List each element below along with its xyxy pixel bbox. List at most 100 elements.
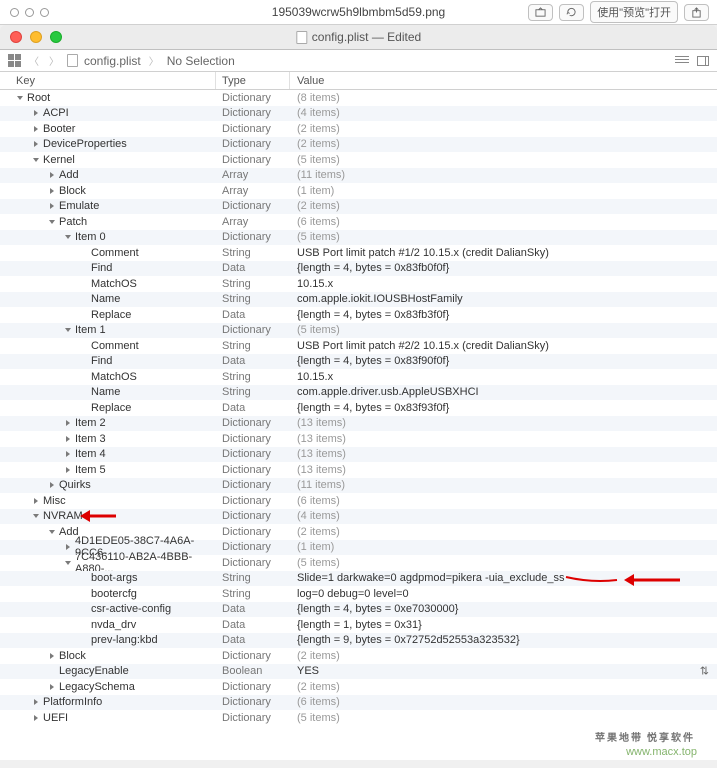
cell-type[interactable]: Dictionary — [216, 107, 290, 119]
cell-type[interactable]: Data — [216, 262, 290, 274]
table-row[interactable]: PlatformInfoDictionary(6 items) — [0, 695, 717, 711]
cell-type[interactable]: Dictionary — [216, 231, 290, 243]
cell-key[interactable]: Item 2 — [0, 417, 216, 429]
disclosure-right-icon[interactable] — [64, 466, 72, 474]
stepper-icon[interactable]: ⇅ — [700, 665, 709, 678]
cell-key[interactable]: LegacyEnable — [0, 665, 216, 677]
cell-key[interactable]: Find — [0, 355, 216, 367]
table-row[interactable]: BlockDictionary(2 items) — [0, 648, 717, 664]
cell-value[interactable]: (11 items) — [290, 169, 717, 181]
cell-value[interactable]: YES — [290, 665, 717, 677]
cell-type[interactable]: Dictionary — [216, 557, 290, 569]
cell-value[interactable]: (2 items) — [290, 681, 717, 693]
cell-key[interactable]: Find — [0, 262, 216, 274]
table-row[interactable]: NameStringcom.apple.iokit.IOUSBHostFamil… — [0, 292, 717, 308]
cell-value[interactable]: (13 items) — [290, 433, 717, 445]
cell-value[interactable]: (1 item) — [290, 541, 717, 553]
cell-type[interactable]: String — [216, 371, 290, 383]
cell-type[interactable]: Dictionary — [216, 200, 290, 212]
cell-type[interactable]: Dictionary — [216, 324, 290, 336]
box-button[interactable] — [528, 4, 553, 21]
disclosure-right-icon[interactable] — [64, 450, 72, 458]
plist-rows[interactable]: RootDictionary(8 items)ACPIDictionary(4 … — [0, 90, 717, 760]
cell-key[interactable]: MatchOS — [0, 278, 216, 290]
cell-type[interactable]: Dictionary — [216, 712, 290, 724]
cell-value[interactable]: com.apple.driver.usb.AppleUSBXHCI — [290, 386, 717, 398]
minimize-button[interactable] — [30, 31, 42, 43]
table-row[interactable]: ReplaceData{length = 4, bytes = 0x83fb3f… — [0, 307, 717, 323]
table-row[interactable]: Item 3Dictionary(13 items) — [0, 431, 717, 447]
table-row[interactable]: MatchOSString10.15.x — [0, 276, 717, 292]
header-value[interactable]: Value — [290, 72, 717, 89]
cell-value[interactable]: (1 item) — [290, 185, 717, 197]
cell-value[interactable]: USB Port limit patch #2/2 10.15.x (credi… — [290, 340, 717, 352]
cell-value[interactable]: (2 items) — [290, 650, 717, 662]
cell-value[interactable]: (4 items) — [290, 107, 717, 119]
cell-type[interactable]: Dictionary — [216, 681, 290, 693]
cell-type[interactable]: String — [216, 588, 290, 600]
cell-key[interactable]: Item 4 — [0, 448, 216, 460]
cell-type[interactable]: String — [216, 278, 290, 290]
cell-type[interactable]: Array — [216, 169, 290, 181]
cell-key[interactable]: csr-active-config — [0, 603, 216, 615]
cell-type[interactable]: String — [216, 572, 290, 584]
table-row[interactable]: LegacyEnableBooleanYES⇅ — [0, 664, 717, 680]
table-row[interactable]: EmulateDictionary(2 items) — [0, 199, 717, 215]
cell-type[interactable]: Array — [216, 185, 290, 197]
cell-value[interactable]: {length = 9, bytes = 0x72752d52553a32353… — [290, 634, 717, 646]
table-row[interactable]: ReplaceData{length = 4, bytes = 0x83f93f… — [0, 400, 717, 416]
cell-key[interactable]: Patch — [0, 216, 216, 228]
path-file[interactable]: config.plist — [84, 54, 141, 68]
cell-type[interactable]: Data — [216, 355, 290, 367]
cell-value[interactable]: (6 items) — [290, 216, 717, 228]
cell-value[interactable]: (2 items) — [290, 200, 717, 212]
cell-key[interactable]: bootercfg — [0, 588, 216, 600]
cell-key[interactable]: Misc — [0, 495, 216, 507]
table-row[interactable]: BlockArray(1 item) — [0, 183, 717, 199]
cell-key[interactable]: Booter — [0, 123, 216, 135]
cell-key[interactable]: Name — [0, 386, 216, 398]
cell-key[interactable]: Item 0 — [0, 231, 216, 243]
table-row[interactable]: BooterDictionary(2 items) — [0, 121, 717, 137]
cell-type[interactable]: Dictionary — [216, 448, 290, 460]
cell-key[interactable]: NVRAM — [0, 510, 216, 522]
disclosure-right-icon[interactable] — [64, 435, 72, 443]
table-row[interactable]: UEFIDictionary(5 items) — [0, 710, 717, 726]
disclosure-right-icon[interactable] — [64, 419, 72, 427]
header-key[interactable]: Key — [0, 72, 216, 89]
cell-key[interactable]: boot-args — [0, 572, 216, 584]
cell-type[interactable]: Dictionary — [216, 510, 290, 522]
cell-value[interactable]: (6 items) — [290, 696, 717, 708]
cell-value[interactable]: {length = 4, bytes = 0xe7030000} — [290, 603, 717, 615]
table-row[interactable]: NVRAMDictionary(4 items) — [0, 509, 717, 525]
table-row[interactable]: csr-active-configData{length = 4, bytes … — [0, 602, 717, 618]
cell-type[interactable]: Dictionary — [216, 433, 290, 445]
table-row[interactable]: Item 5Dictionary(13 items) — [0, 462, 717, 478]
cell-key[interactable]: PlatformInfo — [0, 696, 216, 708]
close-button[interactable] — [10, 31, 22, 43]
header-type[interactable]: Type — [216, 72, 290, 89]
disclosure-right-icon[interactable] — [48, 187, 56, 195]
share-button[interactable] — [684, 4, 709, 21]
disclosure-right-icon[interactable] — [32, 698, 40, 706]
cell-type[interactable]: Dictionary — [216, 92, 290, 104]
rotate-button[interactable] — [559, 4, 584, 21]
table-row[interactable]: 7C436110-AB2A-4BBB-A880-...Dictionary(5 … — [0, 555, 717, 571]
cell-key[interactable]: prev-lang:kbd — [0, 634, 216, 646]
cell-key[interactable]: Add — [0, 169, 216, 181]
disclosure-down-icon[interactable] — [16, 94, 24, 102]
cell-value[interactable]: 10.15.x — [290, 371, 717, 383]
cell-type[interactable]: Data — [216, 603, 290, 615]
cell-type[interactable]: String — [216, 386, 290, 398]
cell-key[interactable]: Item 1 — [0, 324, 216, 336]
cell-value[interactable]: (5 items) — [290, 324, 717, 336]
disclosure-right-icon[interactable] — [32, 125, 40, 133]
cell-key[interactable]: Replace — [0, 402, 216, 414]
cell-value[interactable]: (2 items) — [290, 123, 717, 135]
disclosure-down-icon[interactable] — [32, 512, 40, 520]
cell-key[interactable]: Comment — [0, 340, 216, 352]
cell-key[interactable]: Root — [0, 92, 216, 104]
cell-key[interactable]: Item 3 — [0, 433, 216, 445]
cell-value[interactable]: (5 items) — [290, 154, 717, 166]
disclosure-right-icon[interactable] — [48, 683, 56, 691]
